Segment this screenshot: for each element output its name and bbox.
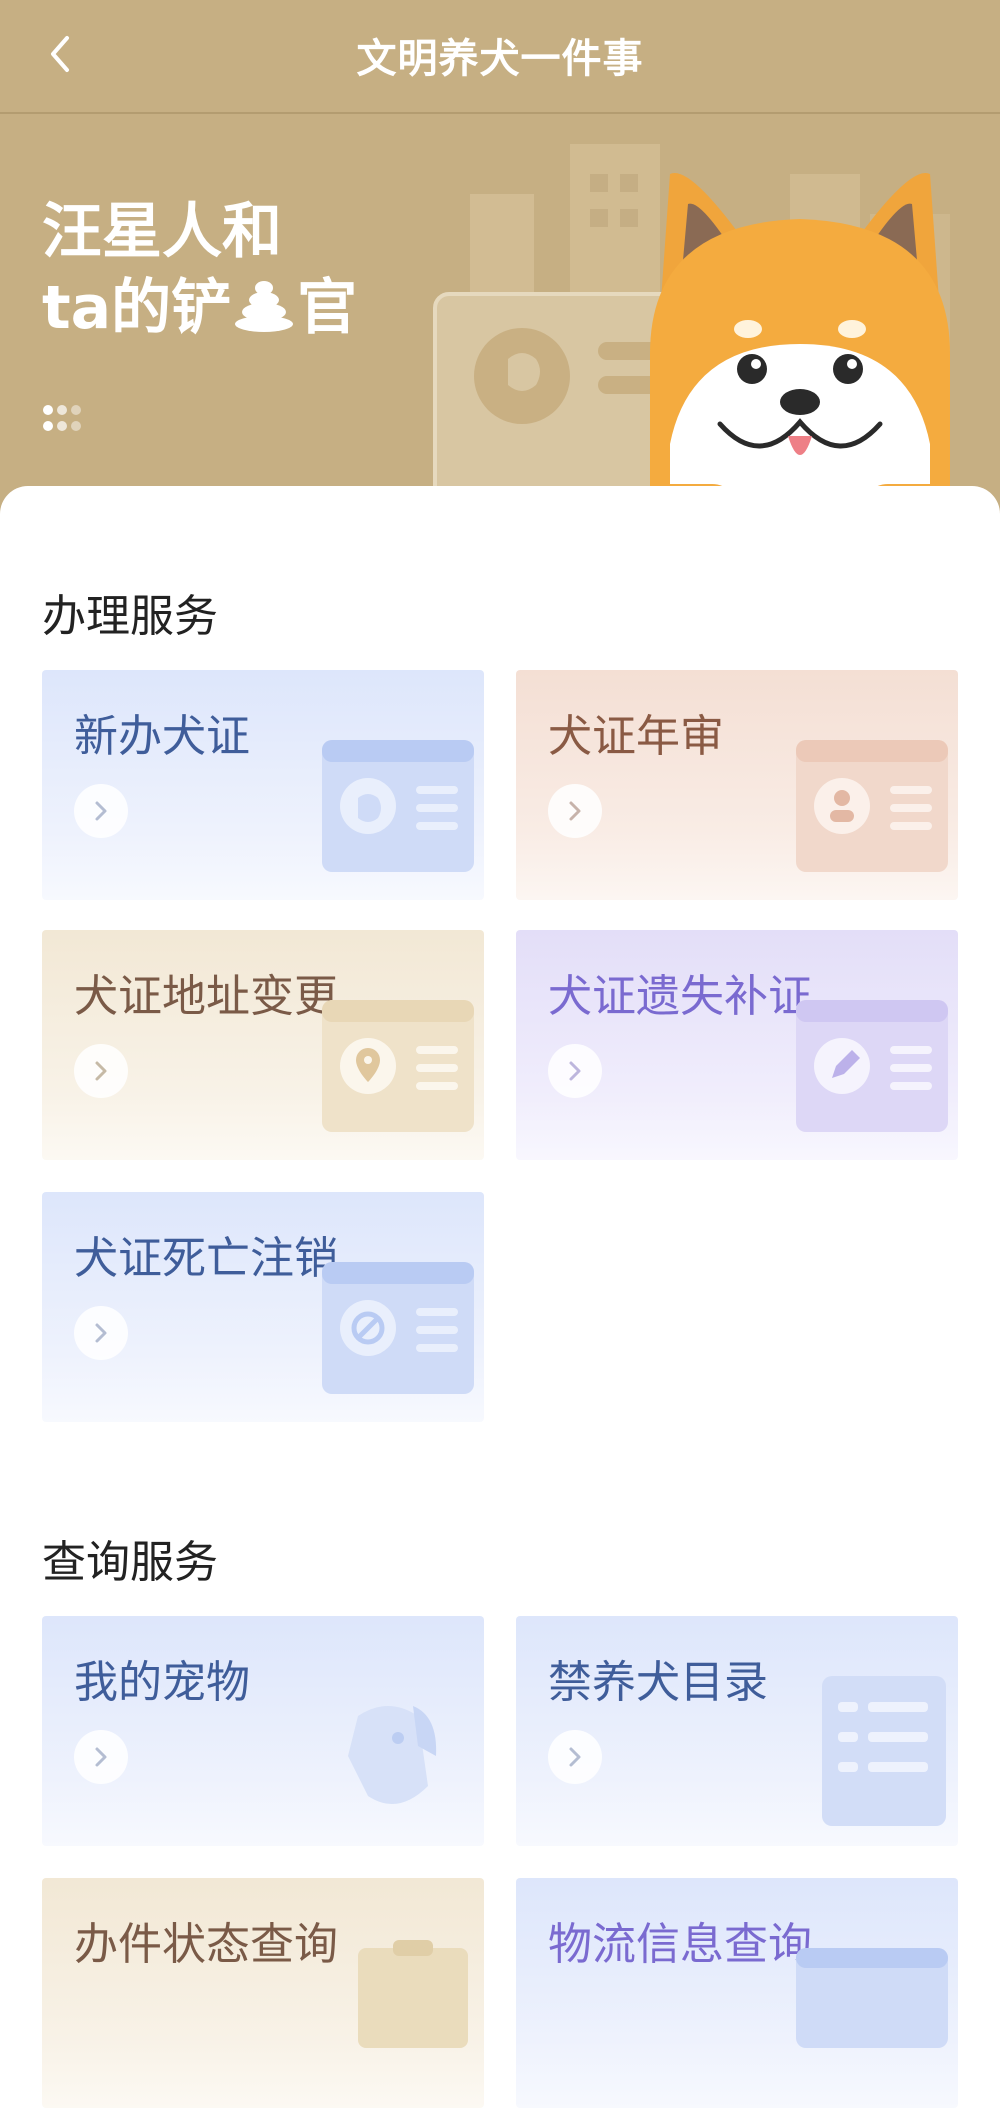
tile-application-status[interactable]: 办件状态查询 <box>42 1878 484 2108</box>
dog-head-icon <box>348 1706 437 1804</box>
tile-logistics[interactable]: 物流信息查询 <box>516 1878 958 2108</box>
tile-label: 犬证地址变更 <box>74 971 338 1022</box>
chevron-right-icon <box>74 784 128 838</box>
slogan-line-2: ta的铲 官 <box>42 270 357 346</box>
section-title-services: 办理服务 <box>42 591 218 642</box>
main-content: 办理服务 新办犬证 犬证年审 犬证地址变更 犬证遗失补证 犬证死亡注销 查询服务… <box>0 486 1000 2108</box>
clipboard-icon <box>358 1940 468 2048</box>
card-icon <box>796 1948 948 2048</box>
chevron-right-icon <box>548 1044 602 1098</box>
slogan-line-2-b: 官 <box>297 273 358 343</box>
tile-my-pets[interactable]: 我的宠物 <box>42 1616 484 1846</box>
location-card-icon <box>322 1000 474 1132</box>
tile-address-change[interactable]: 犬证地址变更 <box>42 930 484 1160</box>
tile-new-license[interactable]: 新办犬证 <box>42 670 484 900</box>
shiba-dog-mascot <box>640 172 960 514</box>
chevron-right-icon <box>74 1044 128 1098</box>
tile-label: 犬证死亡注销 <box>74 1233 338 1284</box>
list-document-icon <box>822 1676 946 1826</box>
tile-label: 新办犬证 <box>74 711 250 762</box>
tile-banned-breeds[interactable]: 禁养犬目录 <box>516 1616 958 1846</box>
carousel-dots-icon[interactable] <box>42 404 90 438</box>
poop-icon <box>235 281 294 332</box>
tile-label: 犬证年审 <box>548 711 724 762</box>
top-bar: 文明养犬一件事 <box>0 0 1000 114</box>
chevron-right-icon <box>548 1730 602 1784</box>
cancel-card-icon <box>322 1262 474 1394</box>
chevron-right-icon <box>548 784 602 838</box>
tile-label: 办件状态查询 <box>74 1919 338 1970</box>
tile-death-cancel[interactable]: 犬证死亡注销 <box>42 1192 484 1422</box>
banner-slogan: 汪星人和 ta的铲 官 <box>42 194 357 346</box>
section-title-query: 查询服务 <box>42 1537 218 1588</box>
tile-lost-reissue[interactable]: 犬证遗失补证 <box>516 930 958 1160</box>
chevron-right-icon <box>74 1730 128 1784</box>
dog-card-icon <box>322 740 474 872</box>
tile-annual-review[interactable]: 犬证年审 <box>516 670 958 900</box>
person-card-icon <box>796 740 948 872</box>
page-title: 文明养犬一件事 <box>356 36 644 82</box>
tile-label: 禁养犬目录 <box>548 1657 768 1708</box>
slogan-line-1: 汪星人和 <box>42 197 282 267</box>
slogan-line-2-a: ta的铲 <box>42 273 232 343</box>
pencil-card-icon <box>796 1000 948 1132</box>
tile-label: 我的宠物 <box>74 1657 250 1708</box>
banner: 汪星人和 ta的铲 官 <box>0 114 1000 514</box>
tile-label: 犬证遗失补证 <box>548 971 812 1022</box>
tile-label: 物流信息查询 <box>548 1919 812 1970</box>
chevron-right-icon <box>74 1306 128 1360</box>
